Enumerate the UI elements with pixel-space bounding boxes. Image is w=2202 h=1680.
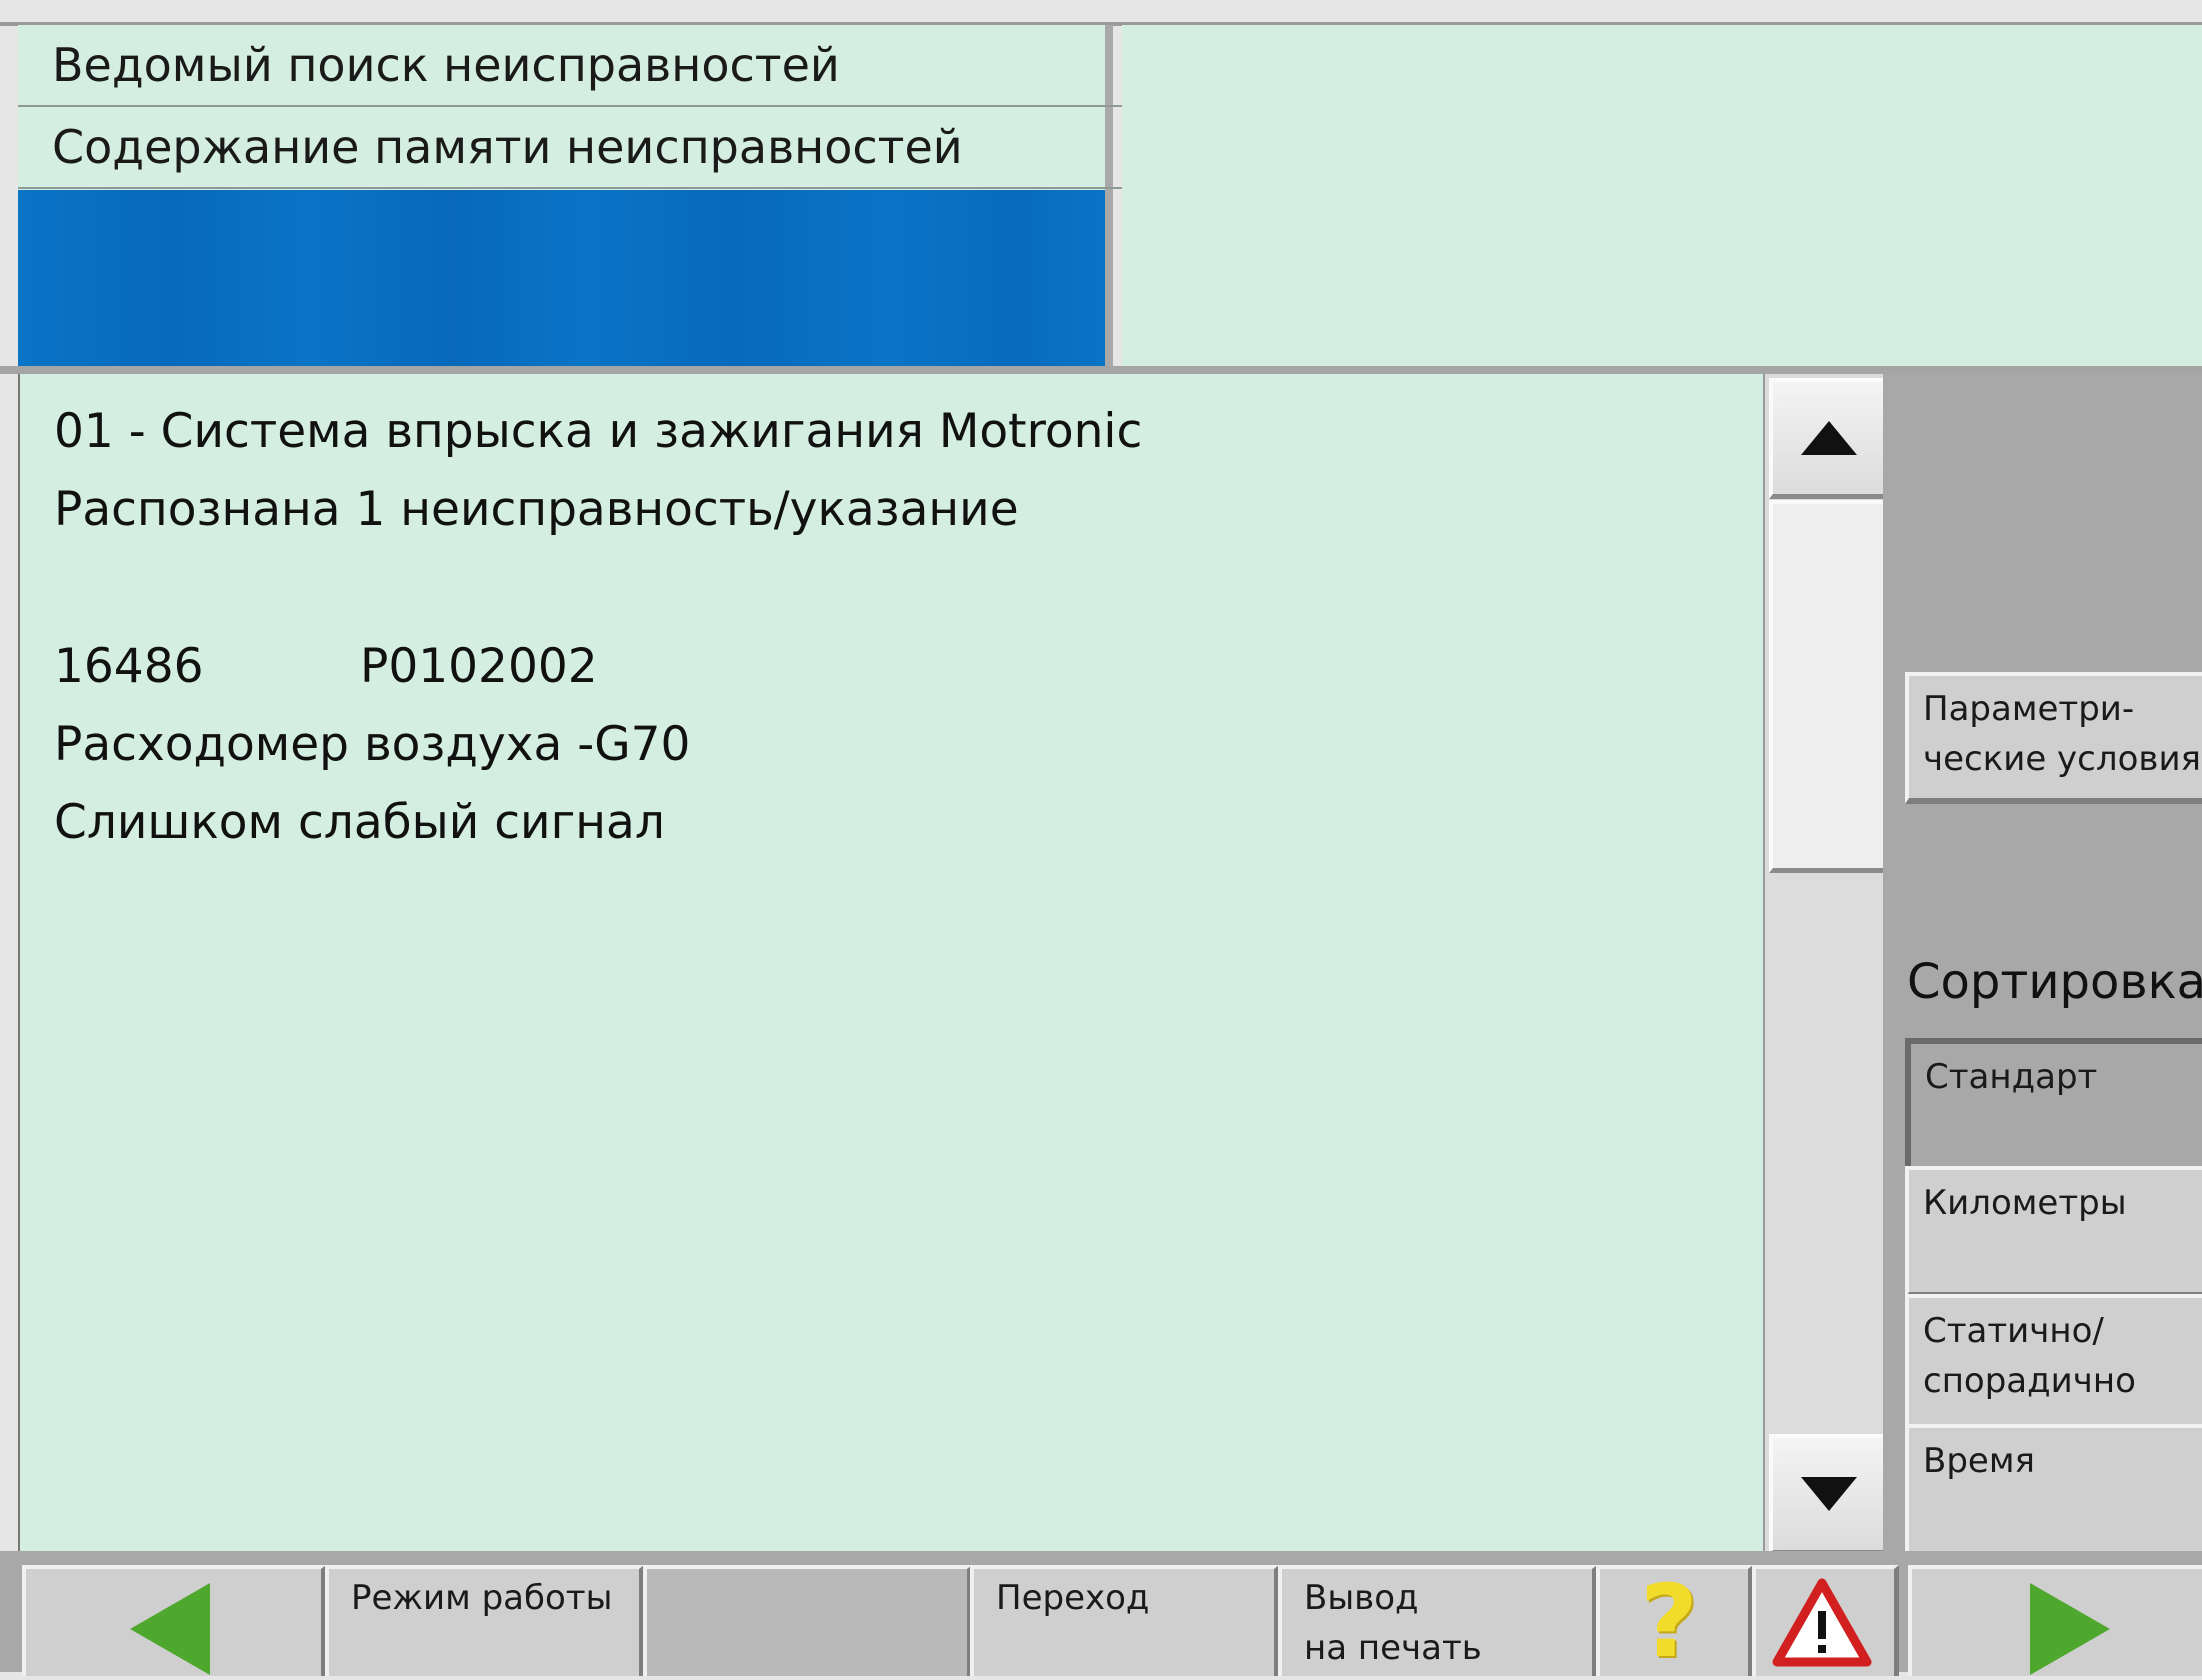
operating-mode-button[interactable]: Режим работы <box>325 1565 644 1676</box>
triangle-up-icon <box>1801 421 1857 455</box>
fault-code-number: 16486 <box>54 639 204 694</box>
sort-kilometers-label: Километры <box>1923 1183 2127 1223</box>
scroll-up-button[interactable] <box>1769 378 1890 499</box>
header-panel: Ведомый поиск неисправностей Содержание … <box>18 25 1139 367</box>
warning-button[interactable] <box>1752 1565 1899 1676</box>
vertical-scrollbar[interactable] <box>1763 374 1890 1555</box>
sort-standard-label: Стандарт <box>1925 1057 2098 1097</box>
question-mark-icon: ? <box>1640 1563 1699 1680</box>
header-divider <box>0 366 2202 374</box>
sort-time-button[interactable]: Время <box>1905 1424 2202 1560</box>
scroll-down-button[interactable] <box>1769 1434 1890 1555</box>
sort-kilometers-button[interactable]: Километры <box>1905 1166 2202 1298</box>
freeze-frame-button[interactable]: Параметри- ческие условия <box>1905 672 2202 804</box>
sort-standard-button[interactable]: Стандарт <box>1905 1038 2202 1172</box>
freeze-frame-label-line1: Параметри- <box>1923 689 2135 729</box>
next-button[interactable] <box>1908 1565 2202 1676</box>
header-selection-bar <box>18 190 1105 367</box>
header-guided-fault-finding[interactable]: Ведомый поиск неисправностей <box>18 25 1139 107</box>
help-button[interactable]: ? <box>1596 1563 1753 1680</box>
arrow-left-icon <box>130 1583 210 1675</box>
scrollbar-thumb[interactable] <box>1769 500 1890 873</box>
system-title: 01 - Система впрыска и зажигания Motroni… <box>54 404 1143 459</box>
fault-description: Слишком слабый сигнал <box>54 795 665 850</box>
sort-static-label-line2: спорадично <box>1923 1361 2136 1401</box>
back-button[interactable] <box>22 1565 326 1676</box>
fault-code-pcode: P0102002 <box>360 639 598 694</box>
sort-heading: Сортировка <box>1907 954 2202 1010</box>
freeze-frame-label-line2: ческие условия <box>1923 739 2201 779</box>
empty-toolbar-button <box>643 1565 972 1676</box>
goto-button[interactable]: Переход <box>970 1565 1279 1676</box>
operating-mode-label: Режим работы <box>351 1578 613 1618</box>
arrow-right-icon <box>2030 1583 2110 1675</box>
header-fault-memory[interactable]: Содержание памяти неисправностей <box>18 107 1139 189</box>
fault-component: Расходомер воздуха -G70 <box>54 717 691 772</box>
sort-static-sporadic-button[interactable]: Статично/ спорадично <box>1905 1294 2202 1430</box>
goto-label: Переход <box>996 1578 1150 1618</box>
header-info-panel <box>1122 25 2202 367</box>
warning-triangle-icon <box>1772 1578 1872 1667</box>
fault-count-status: Распознана 1 неисправность/указание <box>54 482 1019 537</box>
sort-static-label-line1: Статично/ <box>1923 1311 2104 1351</box>
side-panel: Параметри- ческие условия Сортировка Ста… <box>1883 374 2202 1560</box>
print-label: Вывод на печать <box>1304 1573 1482 1673</box>
bottom-toolbar: Режим работы Переход Вывод на печать ? <box>0 1551 2202 1680</box>
sort-time-label: Время <box>1923 1441 2035 1481</box>
fault-memory-content: 01 - Система впрыска и зажигания Motroni… <box>18 374 1763 1551</box>
print-label-line1: Вывод <box>1304 1578 1419 1618</box>
print-label-line2: на печать <box>1304 1628 1482 1668</box>
triangle-down-icon <box>1801 1477 1857 1511</box>
print-button[interactable]: Вывод на печать <box>1278 1565 1597 1676</box>
